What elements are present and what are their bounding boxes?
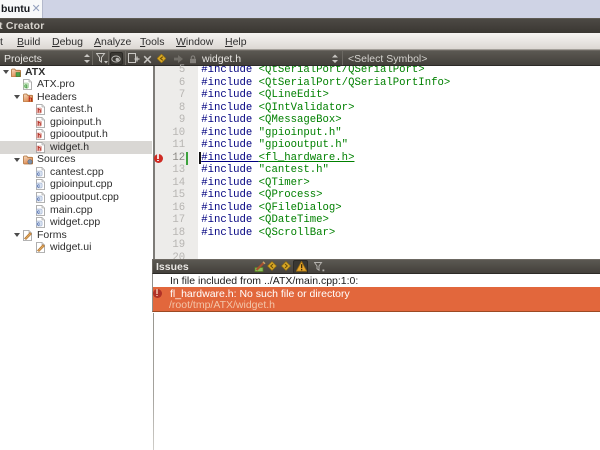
svg-text:q: q	[24, 83, 27, 89]
svg-text:c: c	[37, 171, 40, 177]
svg-text:h: h	[37, 121, 41, 127]
svg-text:h: h	[37, 146, 41, 152]
svg-text:c: c	[37, 209, 40, 215]
svg-text:h: h	[37, 134, 41, 140]
svg-text:h: h	[37, 109, 41, 115]
svg-text:h: h	[28, 96, 32, 102]
svg-text:c: c	[37, 221, 40, 227]
svg-text:c: c	[37, 196, 40, 202]
svg-text:c: c	[37, 184, 40, 190]
